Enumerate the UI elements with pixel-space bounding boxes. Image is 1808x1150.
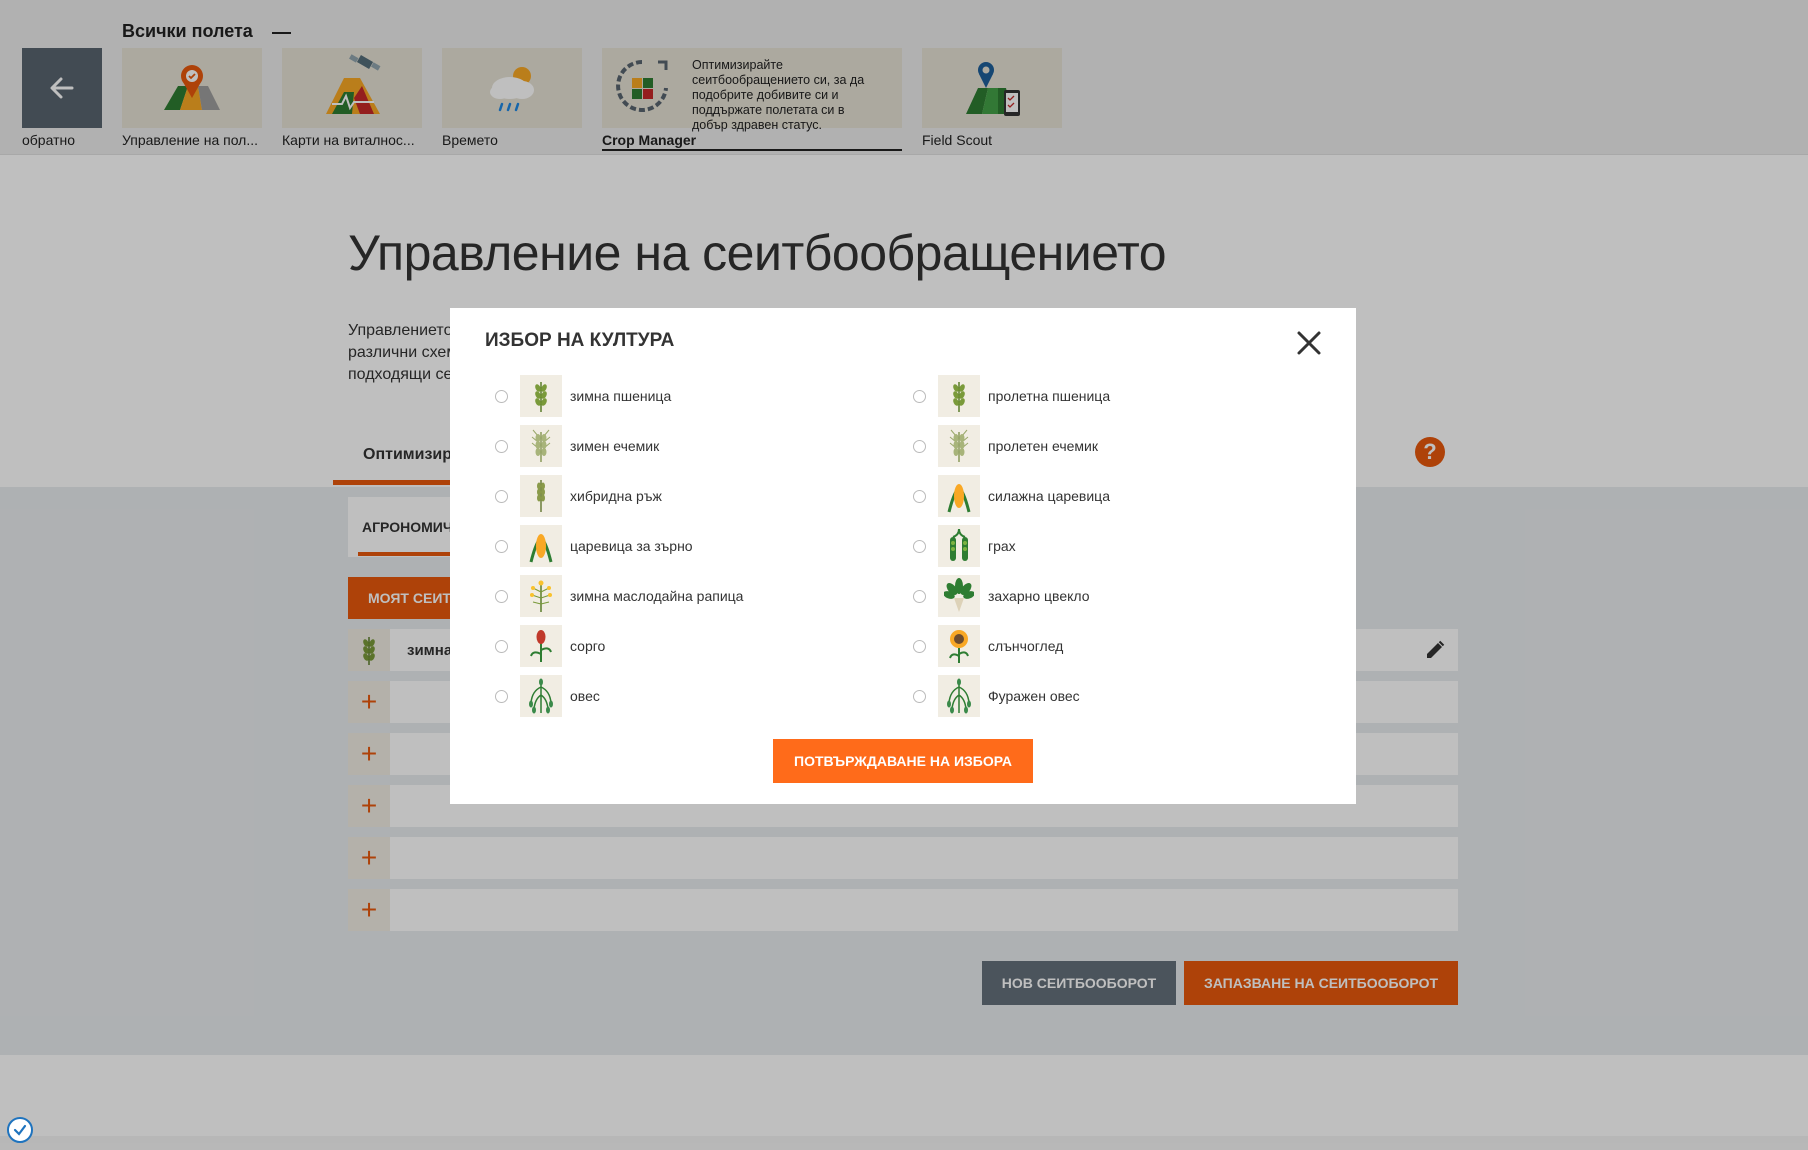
crop-option-label[interactable]: слънчоглед [988, 638, 1063, 654]
radio-button[interactable] [495, 540, 508, 553]
radio-button[interactable] [913, 690, 926, 703]
crop-option-label[interactable]: пролетен ечемик [988, 438, 1098, 454]
crop-option-label[interactable]: царевица за зърно [570, 538, 693, 554]
radio-button[interactable] [913, 640, 926, 653]
wheat-icon [938, 375, 980, 417]
radio-button[interactable] [495, 590, 508, 603]
crop-option[interactable]: зимна пшеница [485, 375, 885, 417]
radio-button[interactable] [913, 540, 926, 553]
rapeseed-icon [520, 575, 562, 617]
crop-option[interactable]: хибридна ръж [485, 475, 885, 517]
crop-selection-modal: ИЗБОР НА КУЛТУРА зимна пшеница зимен ече… [450, 308, 1356, 804]
crop-option[interactable]: зимен ечемик [485, 425, 885, 467]
crop-option[interactable]: овес [485, 675, 885, 717]
crop-option[interactable]: грах [903, 525, 1303, 567]
radio-button[interactable] [495, 390, 508, 403]
crop-option-label[interactable]: пролетна пшеница [988, 388, 1110, 404]
sorghum-icon [520, 625, 562, 667]
crop-option[interactable]: зимна маслодайна рапица [485, 575, 885, 617]
crop-option[interactable]: силажна царевица [903, 475, 1303, 517]
crop-option-label[interactable]: зимна маслодайна рапица [570, 588, 743, 604]
confirm-selection-button[interactable]: ПОТВЪРЖДАВАНЕ НА ИЗБОРА [773, 739, 1033, 783]
radio-button[interactable] [913, 390, 926, 403]
sugar-beet-icon [938, 575, 980, 617]
crop-option-label[interactable]: зимна пшеница [570, 388, 671, 404]
crop-option-label[interactable]: силажна царевица [988, 488, 1110, 504]
crop-option[interactable]: пролетен ечемик [903, 425, 1303, 467]
radio-button[interactable] [495, 440, 508, 453]
crop-option[interactable]: Фуражен овес [903, 675, 1303, 717]
corn-icon [520, 525, 562, 567]
crop-option[interactable]: пролетна пшеница [903, 375, 1303, 417]
crop-option-label[interactable]: овес [570, 688, 600, 704]
crop-option[interactable]: царевица за зърно [485, 525, 885, 567]
crop-option-label[interactable]: грах [988, 538, 1016, 554]
wheat-icon [520, 375, 562, 417]
crop-option-label[interactable]: зимен ечемик [570, 438, 659, 454]
crop-option[interactable]: слънчоглед [903, 625, 1303, 667]
barley-icon [520, 425, 562, 467]
oat-icon [938, 675, 980, 717]
oat-icon [520, 675, 562, 717]
radio-button[interactable] [495, 690, 508, 703]
radio-button[interactable] [913, 590, 926, 603]
radio-button[interactable] [495, 490, 508, 503]
crop-option[interactable]: сорго [485, 625, 885, 667]
crop-option-label[interactable]: Фуражен овес [988, 688, 1080, 704]
crop-option-label[interactable]: сорго [570, 638, 605, 654]
corn-icon [938, 475, 980, 517]
crop-option[interactable]: захарно цвекло [903, 575, 1303, 617]
radio-button[interactable] [495, 640, 508, 653]
radio-button[interactable] [913, 490, 926, 503]
rye-icon [520, 475, 562, 517]
close-icon[interactable] [1294, 328, 1324, 358]
crop-option-label[interactable]: хибридна ръж [570, 488, 662, 504]
pea-icon [938, 525, 980, 567]
crop-option-label[interactable]: захарно цвекло [988, 588, 1090, 604]
modal-title: ИЗБОР НА КУЛТУРА [485, 330, 675, 351]
barley-icon [938, 425, 980, 467]
radio-button[interactable] [913, 440, 926, 453]
verified-check-icon[interactable] [7, 1117, 33, 1143]
sunflower-icon [938, 625, 980, 667]
